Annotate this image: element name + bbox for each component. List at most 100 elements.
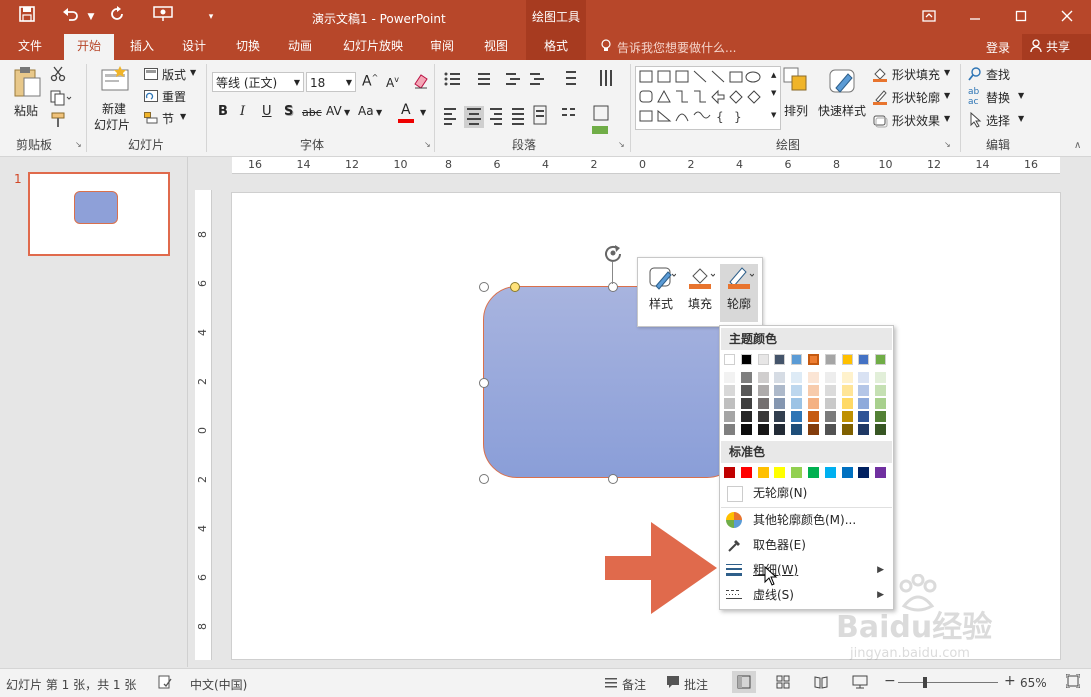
normal-view-button[interactable] [732,671,756,693]
cut-icon[interactable] [50,66,66,85]
color-swatch[interactable] [724,385,735,396]
color-swatch[interactable] [824,398,836,409]
color-swatch[interactable] [858,411,870,422]
color-swatch[interactable] [824,411,836,422]
adjust-handle[interactable] [510,282,520,292]
maximize-icon[interactable] [1010,6,1032,28]
zoom-level[interactable]: 65% [1020,676,1047,690]
color-swatch[interactable] [808,398,819,409]
quick-styles-button[interactable]: 快速样式 [816,66,870,126]
color-swatch[interactable] [875,424,887,435]
customize-qat-icon[interactable]: ▾ [200,6,222,28]
color-swatch[interactable] [808,372,819,383]
copy-icon[interactable] [50,90,72,109]
color-swatch[interactable] [875,467,887,478]
fit-to-window-icon[interactable] [1065,673,1081,691]
mini-fill-button[interactable]: 填充 [681,264,719,322]
paragraph-controls[interactable] [440,68,630,138]
drawing-launcher-icon[interactable]: ↘ [944,140,951,149]
font-size-select[interactable]: 18 ▼ [306,72,356,92]
color-swatch[interactable] [824,354,836,365]
color-swatch[interactable] [824,385,836,396]
clear-formatting-icon[interactable] [412,72,430,93]
color-swatch[interactable] [858,354,870,365]
collapse-ribbon-icon[interactable]: ∧ [1074,140,1081,151]
color-swatch[interactable] [858,424,870,435]
color-swatch[interactable] [757,385,769,396]
color-swatch[interactable] [740,467,752,478]
tab-animations[interactable]: 动画 [278,34,322,60]
change-case-button[interactable]: Aa [358,104,374,118]
tab-design[interactable]: 设计 [172,34,216,60]
resize-handle[interactable] [479,282,489,292]
color-swatch[interactable] [841,411,853,422]
char-spacing-button[interactable]: AV [326,104,342,118]
color-swatch[interactable] [807,353,820,366]
color-swatch[interactable] [757,467,769,478]
color-swatch[interactable] [841,372,853,383]
section-button[interactable]: 节 ▼ [144,110,202,128]
zoom-slider-thumb[interactable] [923,677,927,688]
arrange-button[interactable]: 排列 [780,66,812,126]
color-swatch[interactable] [740,372,752,383]
tab-file[interactable]: 文件 [8,34,52,60]
minimize-icon[interactable] [964,6,986,28]
color-swatch[interactable] [757,411,769,422]
tab-format[interactable]: 格式 [526,34,586,60]
font-color-button[interactable]: A [398,102,416,124]
color-swatch[interactable] [858,467,870,478]
color-swatch[interactable] [774,385,786,396]
select-button[interactable]: 选择 ▼ [968,112,1028,130]
color-swatch[interactable] [774,424,786,435]
shrink-font-icon[interactable]: Av [386,75,399,90]
color-swatch[interactable] [740,398,752,409]
color-swatch[interactable] [858,398,870,409]
color-swatch[interactable] [757,398,769,409]
color-swatch[interactable] [774,467,786,478]
color-swatch[interactable] [724,424,735,435]
color-swatch[interactable] [875,354,887,365]
eyedropper-item[interactable]: 取色器(E) [721,533,892,557]
color-swatch[interactable] [841,467,853,478]
color-swatch[interactable] [724,398,735,409]
color-swatch[interactable] [791,354,803,365]
color-swatch[interactable] [724,354,735,365]
mini-outline-button[interactable]: 轮廓 [720,264,758,322]
resize-handle[interactable] [608,282,618,292]
more-outline-colors-item[interactable]: 其他轮廓颜色(M)... [721,508,892,532]
italic-button[interactable]: I [240,104,245,119]
comments-button[interactable]: 批注 [684,676,708,693]
paragraph-launcher-icon[interactable]: ↘ [618,140,625,149]
sign-in-link[interactable]: 登录 [986,39,1010,56]
shadow-button[interactable]: S [284,104,293,119]
present-from-start-icon[interactable] [152,6,174,28]
color-swatch[interactable] [875,385,887,396]
format-painter-icon[interactable] [50,112,66,131]
color-swatch[interactable] [858,372,870,383]
font-launcher-icon[interactable]: ↘ [424,140,431,149]
tab-review[interactable]: 审阅 [420,34,464,60]
reset-button[interactable]: 重置 [144,88,202,106]
zoom-slider[interactable] [898,682,998,683]
color-swatch[interactable] [808,467,819,478]
color-swatch[interactable] [791,372,803,383]
undo-icon[interactable] [60,6,82,28]
color-swatch[interactable] [740,424,752,435]
tab-home[interactable]: 开始 [64,34,114,60]
color-swatch[interactable] [841,398,853,409]
save-icon[interactable] [16,6,38,28]
tab-insert[interactable]: 插入 [120,34,164,60]
color-swatch[interactable] [808,385,819,396]
underline-button[interactable]: U [262,104,272,119]
color-swatch[interactable] [824,372,836,383]
find-button[interactable]: 查找 [968,66,1028,84]
no-outline-item[interactable]: 无轮廓(N) [721,481,892,505]
notes-button[interactable]: 备注 [622,676,646,693]
color-swatch[interactable] [740,385,752,396]
color-swatch[interactable] [757,354,769,365]
grow-font-icon[interactable]: A^ [362,73,378,90]
zoom-out-icon[interactable]: − [884,673,896,689]
color-swatch[interactable] [774,411,786,422]
tab-view[interactable]: 视图 [474,34,518,60]
language-indicator[interactable]: 中文(中国) [190,676,247,693]
